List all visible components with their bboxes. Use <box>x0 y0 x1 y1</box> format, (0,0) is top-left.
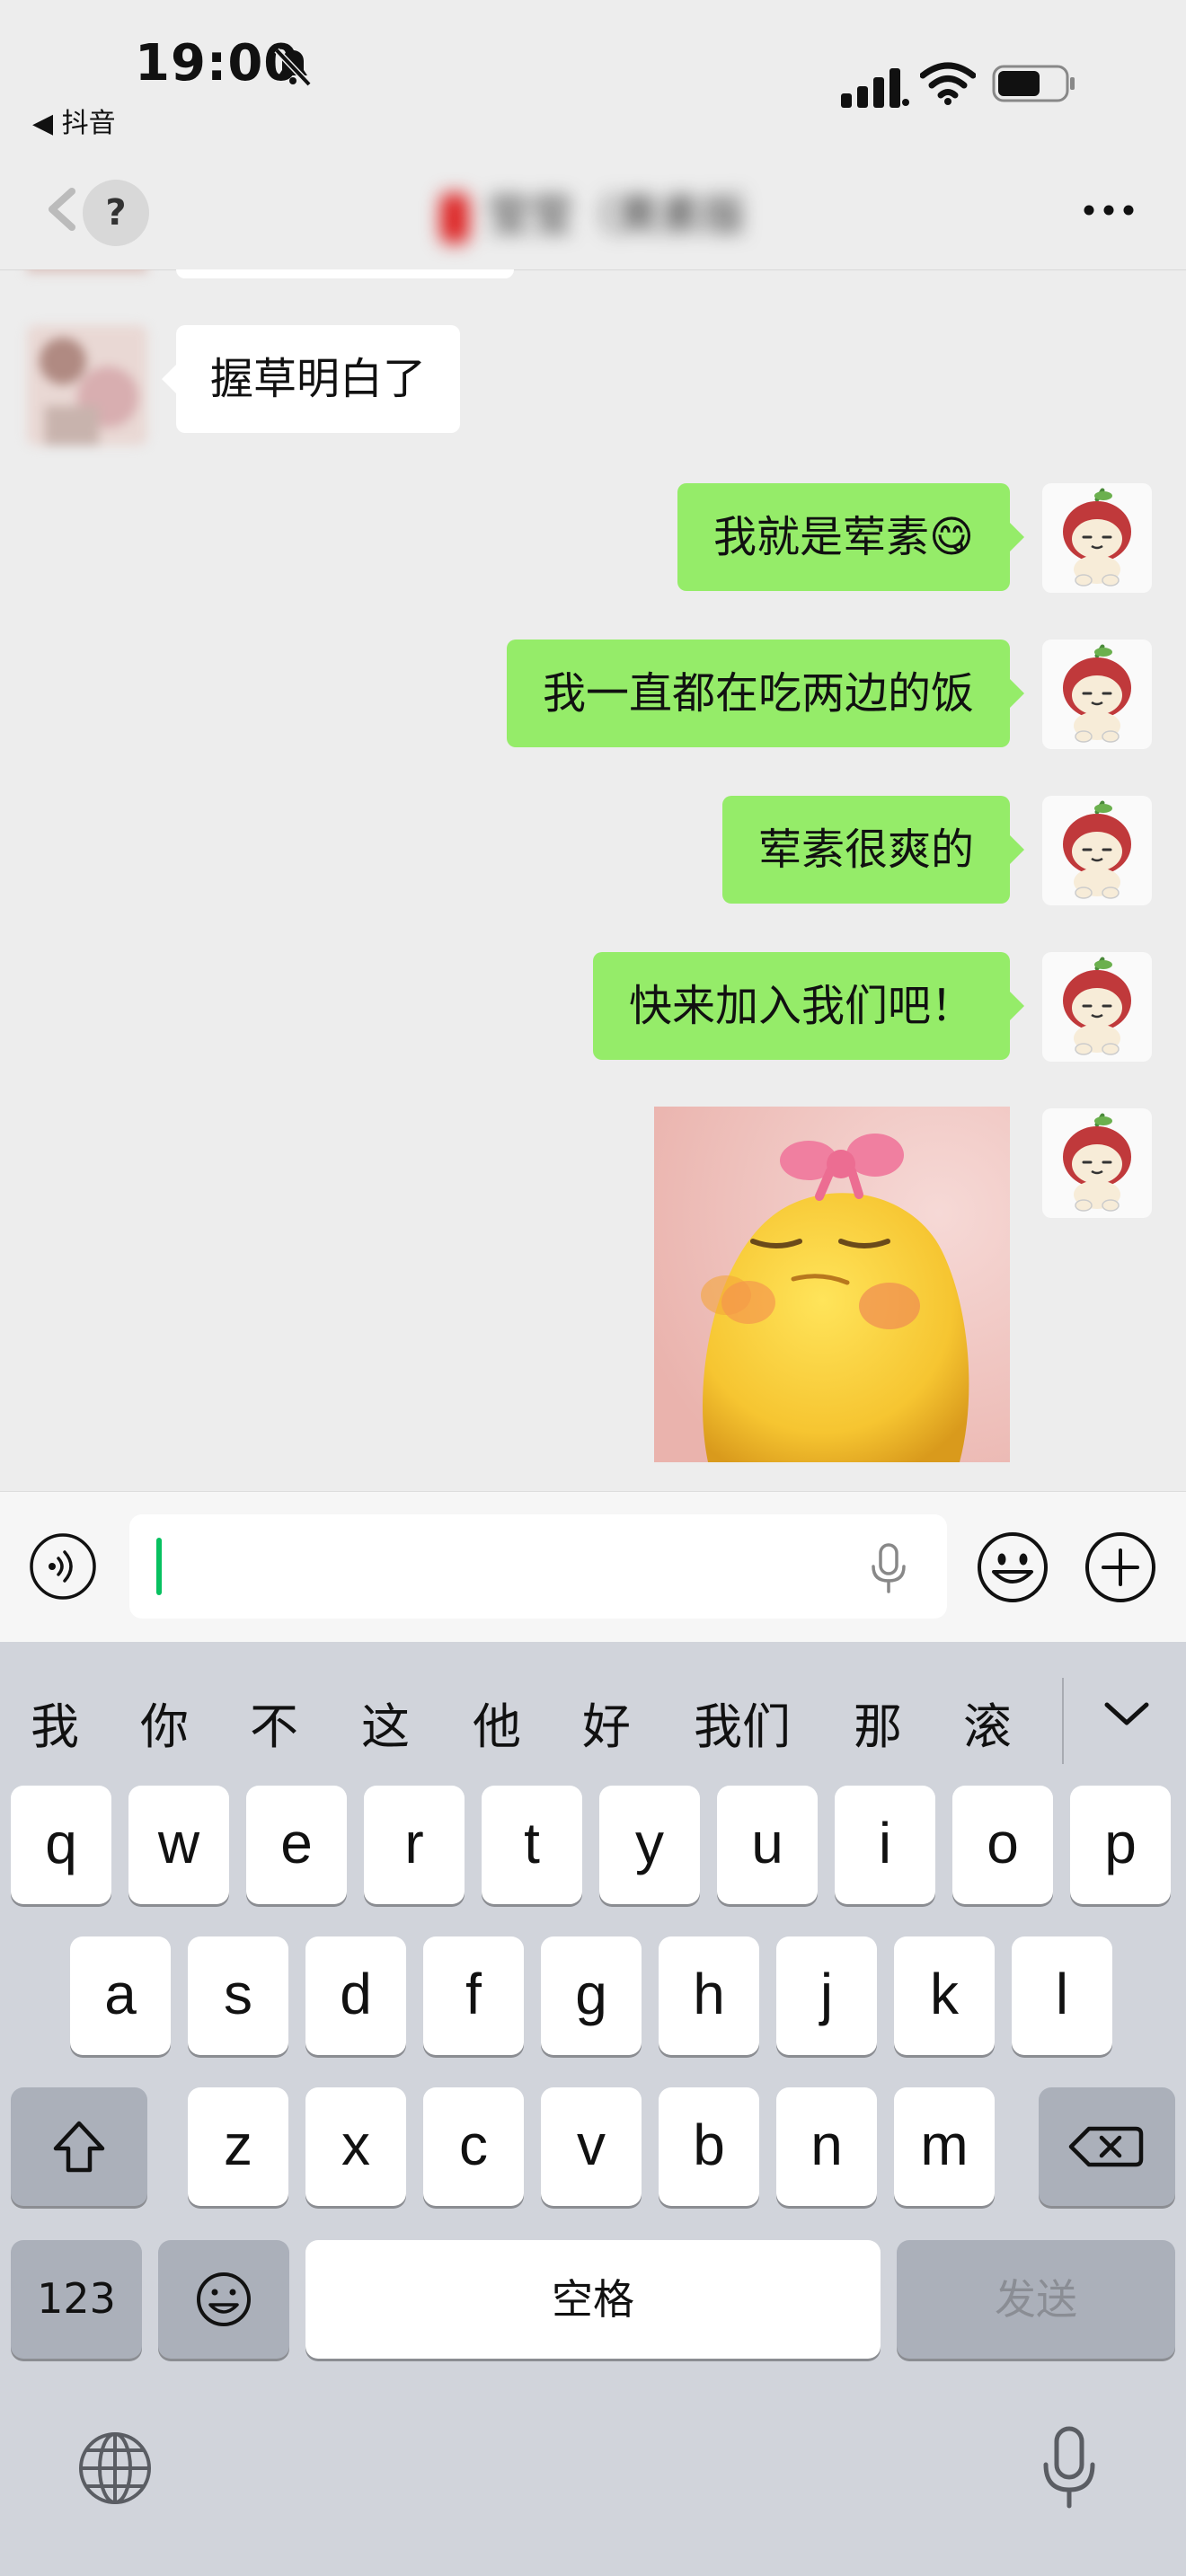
key-e[interactable]: e <box>246 1786 347 1904</box>
backspace-key[interactable] <box>1039 2087 1175 2206</box>
key-q[interactable]: q <box>11 1786 111 1904</box>
candidate-word[interactable]: 你 <box>140 1687 189 1758</box>
back-to-app-link[interactable]: ◀ 抖音 <box>32 101 116 140</box>
backspace-icon <box>1068 2126 1144 2167</box>
microphone-icon[interactable] <box>868 1541 909 1595</box>
outgoing-message[interactable]: 快来加入我们吧！ <box>592 952 1025 1060</box>
key-x[interactable]: x <box>305 2087 406 2206</box>
key-d[interactable]: d <box>305 1936 406 2055</box>
key-t[interactable]: t <box>482 1786 582 1904</box>
candidate-divider <box>1062 1678 1064 1764</box>
key-z[interactable]: z <box>188 2087 288 2206</box>
key-u[interactable]: u <box>717 1786 818 1904</box>
my-avatar[interactable] <box>1042 952 1152 1062</box>
chevron-down-icon[interactable] <box>1100 1696 1154 1732</box>
sticker-message[interactable] <box>654 1107 1010 1462</box>
key-s[interactable]: s <box>188 1936 288 2055</box>
plus-icon[interactable] <box>1084 1531 1157 1604</box>
candidate-word[interactable]: 他 <box>473 1687 521 1758</box>
battery-icon <box>992 65 1075 102</box>
key-a[interactable]: a <box>70 1936 171 2055</box>
apple-cat-avatar-icon <box>1063 1113 1131 1212</box>
chat-title[interactable]: 莹莹（黄素版 <box>440 180 764 244</box>
globe-icon[interactable] <box>77 2430 153 2506</box>
outgoing-message[interactable]: 我一直都在吃两边的饭 <box>506 640 1025 747</box>
contact-avatar[interactable] <box>27 325 147 446</box>
message-input[interactable] <box>129 1514 947 1619</box>
previous-message-bubble <box>176 269 514 278</box>
key-r[interactable]: r <box>364 1786 465 1904</box>
candidate-word[interactable]: 好 <box>582 1687 631 1758</box>
my-avatar[interactable] <box>1042 796 1152 905</box>
wifi-icon <box>920 62 976 105</box>
contact-avatar-image <box>27 325 147 446</box>
key-y[interactable]: y <box>599 1786 700 1904</box>
shift-key[interactable] <box>11 2087 147 2206</box>
chat-title-text: 莹莹（黄素版 <box>487 190 747 241</box>
key-j[interactable]: j <box>776 1936 877 2055</box>
my-avatar[interactable] <box>1042 1108 1152 1218</box>
candidate-word[interactable]: 这 <box>361 1687 410 1758</box>
emoji-icon[interactable] <box>976 1531 1049 1604</box>
apple-cat-avatar-icon <box>1063 800 1131 899</box>
apple-cat-avatar-icon <box>1063 957 1131 1055</box>
send-key[interactable]: 发送 <box>897 2240 1175 2359</box>
key-o[interactable]: o <box>952 1786 1053 1904</box>
title-emoji-mark <box>440 193 469 243</box>
dictation-microphone-icon[interactable] <box>1040 2425 1098 2511</box>
apple-cat-avatar-icon <box>1063 488 1131 587</box>
shift-arrow-icon <box>53 2121 105 2173</box>
key-b[interactable]: b <box>659 2087 759 2206</box>
outgoing-message[interactable]: 我就是荤素😋 <box>677 483 1025 591</box>
key-l[interactable]: l <box>1012 1936 1112 2055</box>
more-options-icon[interactable] <box>1082 199 1136 221</box>
voice-mode-icon[interactable] <box>29 1532 97 1601</box>
emoji-keyboard-icon <box>197 2272 251 2326</box>
my-avatar[interactable] <box>1042 640 1152 749</box>
candidate-word[interactable]: 我们 <box>694 1687 791 1758</box>
outgoing-message[interactable]: 荤素很爽的 <box>721 796 1025 904</box>
cellular-signal-icon <box>841 68 909 108</box>
key-g[interactable]: g <box>541 1936 642 2055</box>
text-cursor <box>156 1538 162 1595</box>
incoming-message[interactable]: 握草明白了 <box>161 325 461 433</box>
emoji-key[interactable] <box>158 2240 289 2359</box>
numbers-key[interactable]: 123 <box>11 2240 142 2359</box>
my-avatar[interactable] <box>1042 483 1152 593</box>
key-f[interactable]: f <box>423 1936 524 2055</box>
key-c[interactable]: c <box>423 2087 524 2206</box>
message-list[interactable]: 握草明白了 我就是荤素😋 我一直都在吃两边的饭 荤素很爽的 快来加入我们吧！ <box>0 269 1186 1491</box>
candidate-word[interactable]: 滚 <box>963 1687 1012 1758</box>
space-key[interactable]: 空格 <box>305 2240 881 2359</box>
previous-avatar <box>27 269 147 273</box>
candidate-word[interactable]: 我 <box>31 1687 79 1758</box>
key-p[interactable]: p <box>1070 1786 1171 1904</box>
key-n[interactable]: n <box>776 2087 877 2206</box>
key-v[interactable]: v <box>541 2087 642 2206</box>
key-k[interactable]: k <box>894 1936 995 2055</box>
key-m[interactable]: m <box>894 2087 995 2206</box>
apple-cat-avatar-icon <box>1063 644 1131 743</box>
candidate-word[interactable]: 不 <box>250 1687 298 1758</box>
bell-off-icon <box>274 48 312 87</box>
yellow-chick-sticker-icon <box>654 1107 1010 1462</box>
key-i[interactable]: i <box>835 1786 935 1904</box>
candidate-word[interactable]: 那 <box>854 1687 902 1758</box>
key-h[interactable]: h <box>659 1936 759 2055</box>
help-badge[interactable]: ? <box>83 180 149 246</box>
key-w[interactable]: w <box>128 1786 229 1904</box>
